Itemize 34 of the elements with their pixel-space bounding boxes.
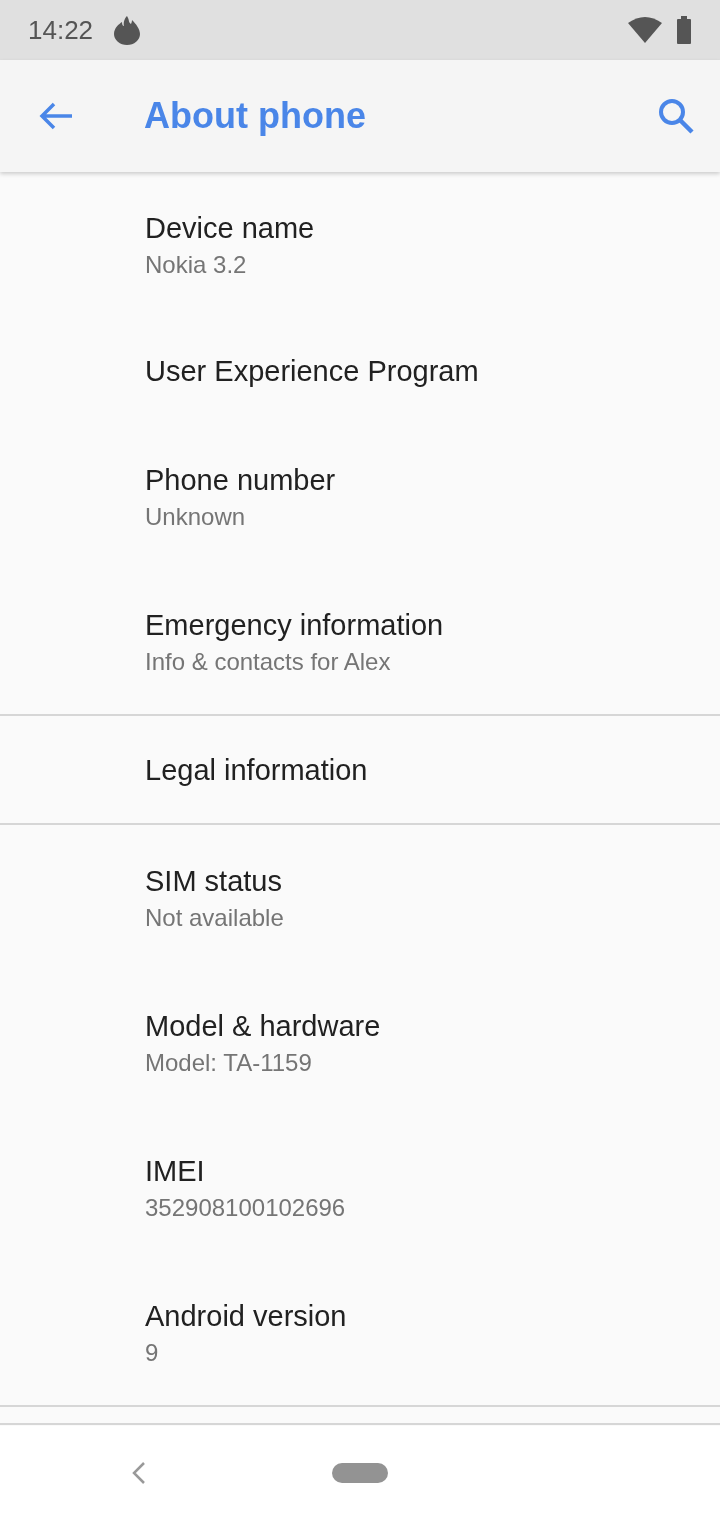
screen-title: About phone	[144, 95, 367, 137]
item-title: Legal information	[145, 752, 369, 788]
flame-icon	[113, 15, 142, 45]
settings-item[interactable]: Emergency information Info & contacts for Alex	[0, 569, 720, 714]
battery-icon	[676, 16, 692, 44]
settings-item[interactable]: User Experience Program	[0, 317, 720, 424]
settings-item[interactable]: Android version 9	[0, 1260, 720, 1405]
item-title: IMEI	[145, 1153, 206, 1189]
back-nav-icon[interactable]	[132, 1462, 146, 1484]
item-summary: Not available	[145, 902, 285, 933]
item-title: Device name	[145, 210, 316, 246]
item-title: Model & hardware	[145, 1008, 382, 1044]
back-arrow-icon	[38, 101, 74, 131]
status-time: 14:22	[28, 14, 94, 46]
item-summary: 9	[145, 1337, 160, 1368]
item-title: Emergency information	[145, 607, 445, 643]
settings-item[interactable]: IMEI 352908100102696	[0, 1115, 720, 1260]
settings-item[interactable]: Device name Nokia 3.2	[0, 172, 720, 317]
item-title: SIM status	[145, 863, 283, 899]
item-summary: 352908100102696	[145, 1192, 347, 1223]
settings-item[interactable]: Model & hardware Model: TA-1159	[0, 970, 720, 1115]
item-summary: Model: TA-1159	[145, 1047, 313, 1078]
item-title: Phone number	[145, 462, 337, 498]
settings-item[interactable]: SIM status Not available	[0, 825, 720, 970]
item-summary: Unknown	[145, 501, 247, 532]
wifi-icon	[628, 17, 662, 43]
settings-item[interactable]: Phone number Unknown	[0, 424, 720, 569]
item-title: Android version	[145, 1298, 348, 1334]
item-title: User Experience Program	[145, 353, 480, 389]
home-pill-icon[interactable]	[332, 1463, 388, 1483]
search-icon	[657, 97, 695, 135]
item-summary: Nokia 3.2	[145, 249, 248, 280]
settings-item[interactable]: Legal information	[0, 716, 720, 823]
item-summary: Info & contacts for Alex	[145, 646, 392, 677]
